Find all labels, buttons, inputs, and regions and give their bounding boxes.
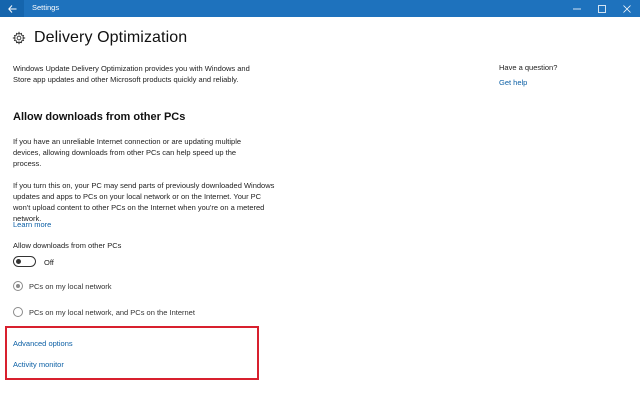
maximize-button[interactable]: [589, 0, 615, 17]
radio-local-network[interactable]: PCs on my local network: [13, 281, 112, 291]
window-title: Settings: [32, 3, 60, 12]
intro-text: Windows Update Delivery Optimization pro…: [13, 64, 250, 84]
toggle-state-text: Off: [44, 258, 54, 267]
page-header: Delivery Optimization: [12, 29, 187, 47]
back-arrow-icon: [7, 4, 16, 13]
close-icon: [623, 4, 631, 13]
toggle-knob: [16, 258, 21, 264]
allow-downloads-toggle[interactable]: [13, 256, 36, 267]
unreliable-connection-text: If you have an unreliable Internet conne…: [13, 137, 242, 168]
advanced-options-link[interactable]: Advanced options: [13, 339, 73, 348]
close-button[interactable]: [614, 0, 640, 17]
section-title: Allow downloads from other PCs: [13, 111, 186, 123]
radio-label: PCs on my local network, and PCs on the …: [29, 307, 195, 317]
activity-monitor-link[interactable]: Activity monitor: [13, 360, 64, 369]
radio-button-unselected[interactable]: [13, 307, 23, 317]
get-help-link[interactable]: Get help: [499, 78, 527, 87]
maximize-icon: [598, 4, 606, 13]
gear-icon: [12, 31, 26, 45]
toggle-label: Allow downloads from other PCs: [13, 241, 122, 250]
radio-label: PCs on my local network: [29, 281, 112, 291]
back-button[interactable]: [0, 0, 24, 17]
minimize-button[interactable]: [564, 0, 590, 17]
radio-button-selected[interactable]: [13, 281, 23, 291]
radio-dot: [16, 284, 20, 288]
radio-local-and-internet[interactable]: PCs on my local network, and PCs on the …: [13, 307, 195, 317]
learn-more-link[interactable]: Learn more: [13, 220, 51, 229]
minimize-icon: [573, 8, 581, 9]
help-question-text: Have a question?: [499, 63, 558, 72]
highlight-box: [5, 326, 259, 380]
turn-on-description-text: If you turn this on, your PC may send pa…: [13, 181, 275, 223]
title-bar: Settings: [0, 0, 640, 17]
page-title: Delivery Optimization: [34, 29, 188, 46]
